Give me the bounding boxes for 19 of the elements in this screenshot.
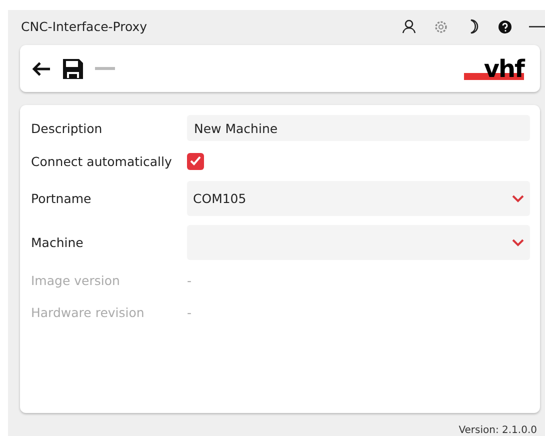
field-label: Connect automatically [31, 154, 173, 169]
field-label: Description [31, 120, 104, 136]
save-icon[interactable] [62, 58, 84, 80]
settings-icon[interactable] [433, 18, 449, 35]
field-value: - [187, 273, 193, 288]
field-label: Machine [31, 235, 84, 250]
window-title: CNC-Interface-Proxy [21, 19, 148, 34]
version-text: Version: 2.1.0.0 [458, 425, 537, 436]
field-value: - [187, 305, 193, 320]
field-label: Portname [31, 191, 92, 206]
description-field[interactable]: New Machine [187, 115, 530, 142]
dropdown[interactable]: COM105 [187, 181, 530, 216]
user-icon[interactable] [401, 18, 417, 35]
field-label: Hardware revision [31, 305, 146, 320]
field-label: Image version [31, 273, 121, 288]
checkbox[interactable] [187, 152, 204, 170]
help-icon[interactable] [497, 18, 513, 35]
chevron-down-icon [512, 238, 524, 247]
chevron-down-icon [512, 194, 524, 203]
